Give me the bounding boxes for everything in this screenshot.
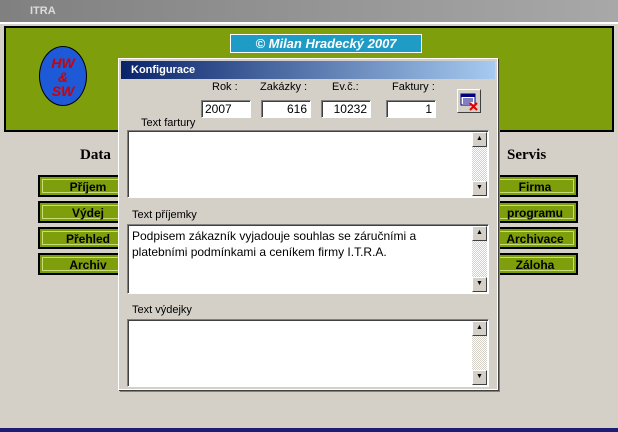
text-prijemky-label: Text příjemky (132, 209, 197, 221)
logo-line-2: & (57, 69, 69, 85)
scroll-up-icon[interactable]: ▲ (472, 321, 487, 336)
bottom-border (0, 428, 618, 432)
close-settings-icon (460, 93, 478, 111)
banner-copyright: © Milan Hradecký 2007 (230, 34, 422, 53)
hw-sw-logo: HW & SW (39, 46, 87, 106)
text-faktury-label: Text fartury (141, 117, 196, 129)
section-data-heading: Data (80, 147, 111, 163)
text-prijemky-memo[interactable]: Podpisem zákazník vyjadouje souhlas se z… (127, 224, 489, 294)
dialog-title: Konfigurace (131, 64, 196, 76)
text-prijemky-content: Podpisem zákazník vyjadouje souhlas se z… (132, 229, 417, 259)
zakazky-label: Zakázky : (260, 81, 308, 93)
rok-field[interactable]: 2007 (201, 100, 251, 118)
scroll-down-icon[interactable]: ▼ (472, 277, 487, 292)
faktury-label: Faktury : (392, 81, 435, 93)
logo-line-3: SW (51, 83, 75, 99)
text-faktury-memo[interactable]: ▲ ▼ (127, 130, 489, 198)
text-vydejky-memo[interactable]: ▲ ▼ (127, 319, 489, 387)
scroll-down-icon[interactable]: ▼ (472, 181, 487, 196)
settings-close-button[interactable] (457, 89, 481, 113)
text-faktury-scrollbar[interactable]: ▲ ▼ (472, 132, 487, 196)
titlebar-divider (0, 22, 618, 24)
section-servis-heading: Servis (507, 147, 547, 163)
logo-line-1: HW (51, 55, 75, 71)
scroll-up-icon[interactable]: ▲ (472, 226, 487, 241)
konfigurace-dialog: Konfigurace Rok : Zakázky : Ev.č.: Faktu… (118, 58, 498, 390)
text-vydejky-label: Text výdejky (132, 304, 192, 316)
evc-label: Ev.č.: (332, 81, 359, 93)
scroll-up-icon[interactable]: ▲ (472, 132, 487, 147)
text-vydejky-scrollbar[interactable]: ▲ ▼ (472, 321, 487, 385)
text-prijemky-scrollbar[interactable]: ▲ ▼ (472, 226, 487, 292)
dialog-titlebar[interactable]: Konfigurace (121, 61, 495, 79)
faktury-field[interactable]: 1 (386, 100, 436, 118)
main-titlebar: ITRA (0, 0, 618, 22)
zakazky-field[interactable]: 616 (261, 100, 311, 118)
app-title: ITRA (30, 5, 56, 17)
evc-field[interactable]: 10232 (321, 100, 371, 118)
scroll-down-icon[interactable]: ▼ (472, 370, 487, 385)
rok-label: Rok : (212, 81, 238, 93)
